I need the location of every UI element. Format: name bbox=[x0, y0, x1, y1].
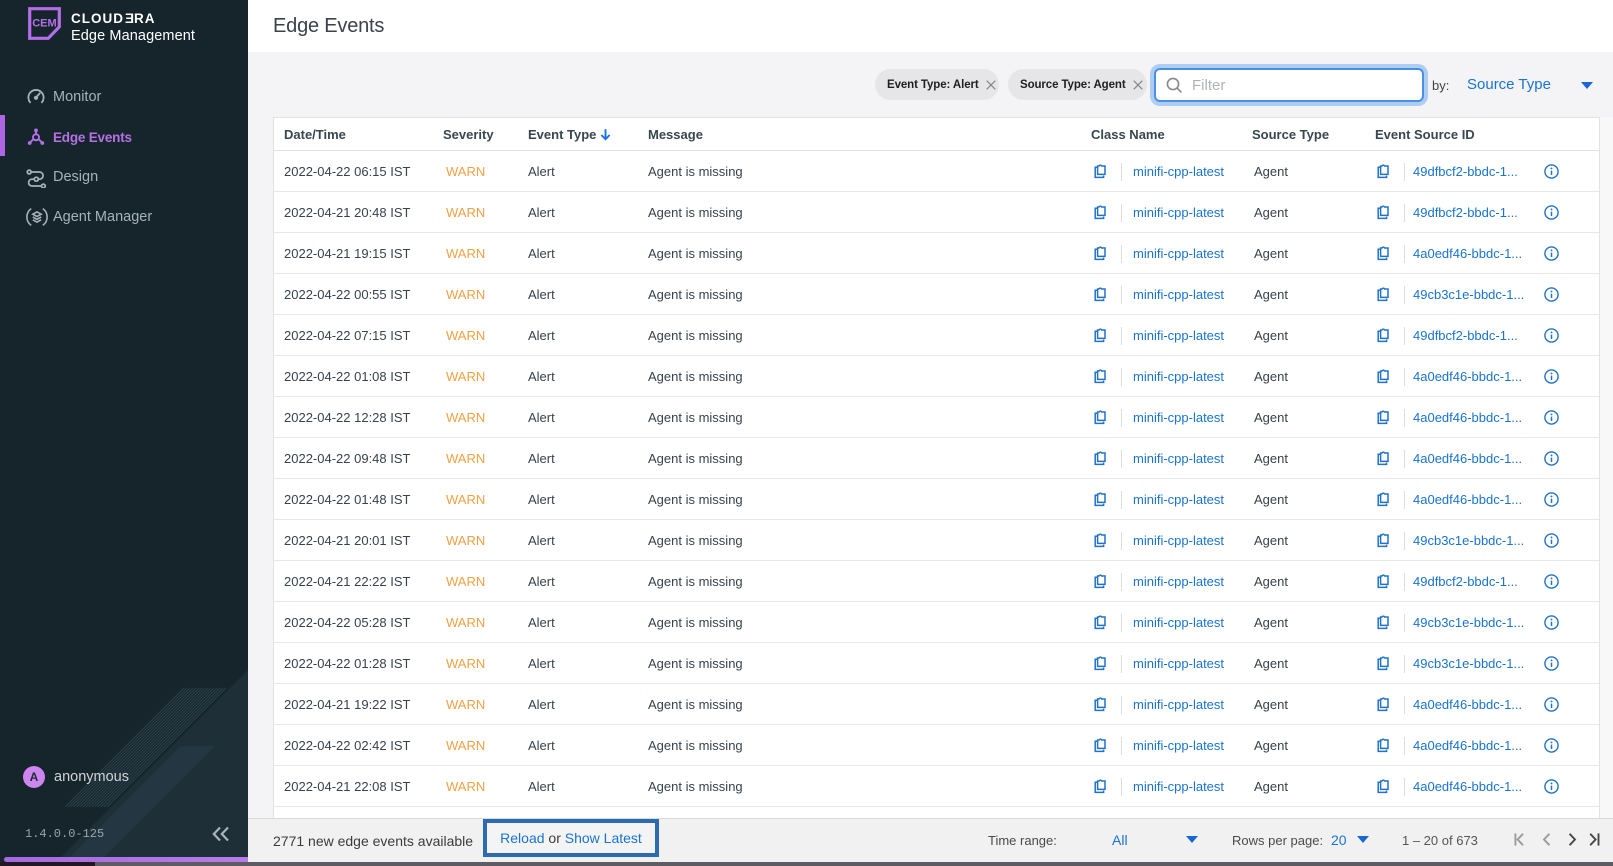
svg-text:CEM: CEM bbox=[32, 17, 56, 29]
